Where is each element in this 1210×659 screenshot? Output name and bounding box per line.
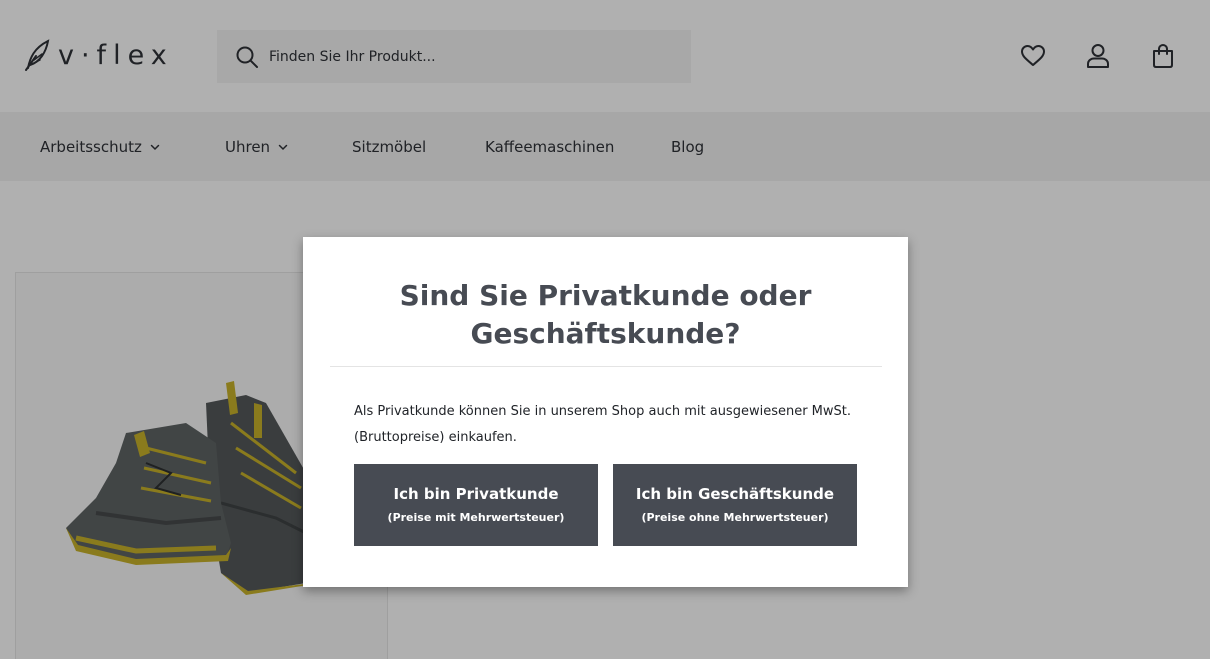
modal-title: Sind Sie Privatkunde oder Geschäftskunde…	[303, 277, 908, 353]
button-label: Ich bin Geschäftskunde	[635, 485, 835, 503]
shop-page: v·flex Finden Sie Ihr Produkt... Arbeits…	[0, 0, 1210, 659]
modal-title-line1: Sind Sie Privatkunde oder	[399, 279, 812, 312]
button-sublabel: (Preise mit Mehrwertsteuer)	[387, 511, 565, 524]
modal-divider	[330, 366, 882, 367]
button-sublabel: (Preise ohne Mehrwertsteuer)	[641, 511, 829, 524]
modal-description: Als Privatkunde können Sie in unserem Sh…	[354, 404, 852, 445]
business-customer-button[interactable]: Ich bin Geschäftskunde (Preise ohne Mehr…	[613, 464, 857, 546]
button-label: Ich bin Privatkunde	[393, 485, 559, 503]
customer-type-modal: Sind Sie Privatkunde oder Geschäftskunde…	[303, 237, 908, 587]
private-customer-button[interactable]: Ich bin Privatkunde (Preise mit Mehrwert…	[354, 464, 598, 546]
modal-title-line2: Geschäftskunde?	[470, 317, 741, 350]
